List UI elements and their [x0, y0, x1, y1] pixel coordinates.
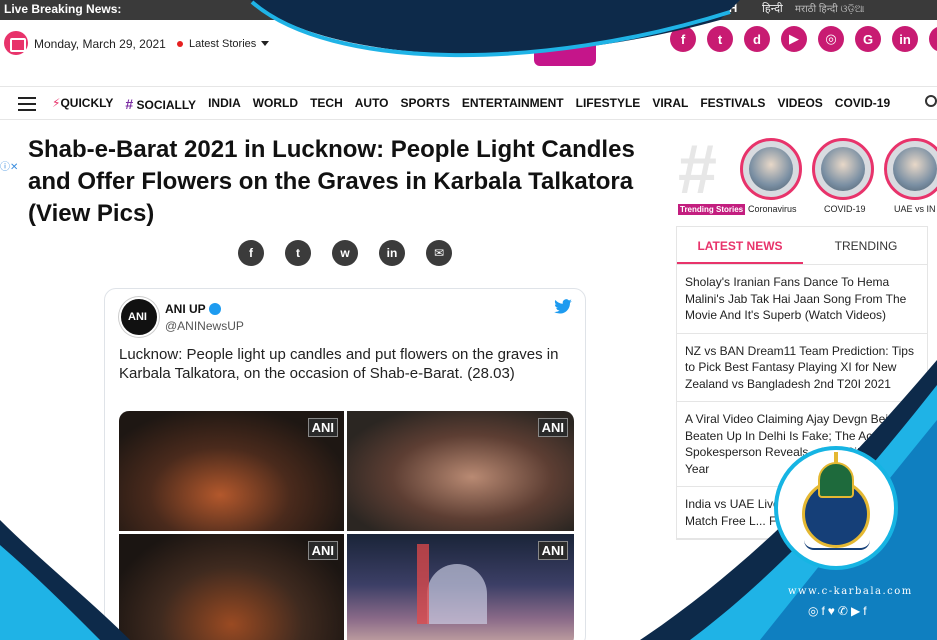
news-tabs: LATEST NEWS TRENDING: [676, 226, 929, 265]
twitter-bird-icon[interactable]: [553, 299, 573, 315]
facebook-icon[interactable]: f: [670, 26, 696, 52]
linkedin-icon[interactable]: in: [892, 26, 918, 52]
google-news-icon[interactable]: G: [855, 26, 881, 52]
tweet-photo[interactable]: ANI: [347, 534, 574, 640]
nav-item-videos[interactable]: VIDEOS: [777, 96, 822, 112]
avatar[interactable]: [119, 297, 159, 337]
latest-stories-dropdown[interactable]: Latest Stories: [189, 38, 256, 50]
nav-item-india[interactable]: INDIA: [208, 96, 241, 112]
live-dot-icon: [177, 41, 183, 47]
logo-script: [804, 540, 870, 550]
tweet-photo-grid: ANI ANI ANI ANI: [119, 411, 574, 640]
nav-item-world[interactable]: WORLD: [253, 96, 298, 112]
tweet-text: Lucknow: People light up candles and put…: [119, 346, 559, 382]
story-thumb[interactable]: [884, 138, 937, 200]
share-bar: f t w in ✉: [238, 240, 452, 266]
language-other[interactable]: मराठी हिन्दी ଓଡ଼ିଆ: [795, 1, 865, 15]
nav-item-socially[interactable]: # SOCIALLY: [125, 96, 196, 112]
nav-item-festivals[interactable]: FESTIVALS: [700, 96, 765, 112]
nav-item-quickly[interactable]: ⚡QUICKLY: [52, 96, 113, 112]
ani-watermark: ANI: [537, 541, 568, 560]
twitter-icon[interactable]: t: [707, 26, 733, 52]
share-linkedin-icon[interactable]: in: [379, 240, 405, 266]
dailyhunt-icon[interactable]: d: [744, 26, 770, 52]
share-email-icon[interactable]: ✉: [426, 240, 452, 266]
trending-stories: # Trending Stories Coronavirus COVID-19 …: [676, 132, 937, 216]
current-date: Monday, March 29, 2021: [34, 37, 166, 51]
list-item[interactable]: Sholay's Iranian Fans Dance To Hema Mali…: [677, 265, 927, 334]
breaking-news-bar: Live Breaking News: LISH हिन्दी मराठी हि…: [0, 0, 937, 20]
main-nav: ⚡QUICKLY # SOCIALLY INDIA WORLD TECH AUT…: [0, 86, 937, 120]
ani-watermark: ANI: [307, 418, 338, 437]
chevron-down-icon[interactable]: [261, 41, 269, 46]
share-whatsapp-icon[interactable]: w: [332, 240, 358, 266]
tweet-photo[interactable]: ANI: [347, 411, 574, 531]
ani-watermark: ANI: [307, 541, 338, 560]
language-hindi[interactable]: हिन्दी: [762, 1, 783, 16]
language-english[interactable]: LISH: [710, 1, 737, 15]
nav-item-auto[interactable]: AUTO: [355, 96, 389, 112]
story-caption[interactable]: COVID-19: [824, 204, 866, 214]
hamburger-menu-icon[interactable]: [18, 97, 36, 111]
ani-watermark: ANI: [537, 418, 568, 437]
trending-stories-label: Trending Stories: [678, 204, 746, 215]
story-thumb[interactable]: [740, 138, 802, 200]
search-icon[interactable]: [925, 95, 937, 107]
story-thumb[interactable]: [812, 138, 874, 200]
nav-item-covid[interactable]: COVID-19: [835, 96, 890, 112]
instagram-icon[interactable]: ◎: [818, 26, 844, 52]
hash-icon: #: [125, 96, 134, 112]
nav-item-lifestyle[interactable]: LIFESTYLE: [576, 96, 641, 112]
hash-icon: #: [678, 130, 717, 208]
breaking-news-label: Live Breaking News:: [4, 2, 122, 16]
share-twitter-icon[interactable]: t: [285, 240, 311, 266]
site-url[interactable]: www.c-karbala.com: [788, 586, 913, 597]
story-caption[interactable]: UAE vs IN: [894, 204, 936, 214]
article-headline: Shab-e-Barat 2021 in Lucknow: People Lig…: [28, 136, 635, 227]
tweet-photo[interactable]: ANI: [119, 534, 344, 640]
calendar-icon: [4, 31, 28, 55]
tab-latest-news[interactable]: LATEST NEWS: [677, 227, 803, 265]
verified-badge-icon: [209, 303, 221, 315]
more-icon[interactable]: ≡: [929, 26, 937, 52]
youtube-icon[interactable]: ▶: [781, 26, 807, 52]
adchoices-icon[interactable]: ⓘ✕: [0, 158, 18, 173]
nav-item-entertainment[interactable]: ENTERTAINMENT: [462, 96, 564, 112]
share-facebook-icon[interactable]: f: [238, 240, 264, 266]
nav-item-tech[interactable]: TECH: [310, 96, 343, 112]
karbala-logo: [774, 446, 898, 570]
story-caption[interactable]: Coronavirus: [748, 204, 797, 214]
nav-item-viral[interactable]: VIRAL: [652, 96, 688, 112]
site-logo[interactable]: [534, 42, 596, 66]
tweet-author-handle[interactable]: @ANINewsUP: [165, 319, 244, 333]
logo-dome: [818, 462, 854, 498]
embedded-tweet[interactable]: ANI UP @ANINewsUP Lucknow: People light …: [104, 288, 586, 640]
tweet-photo[interactable]: ANI: [119, 411, 344, 531]
nav-item-sports[interactable]: SPORTS: [401, 96, 450, 112]
social-links: f t d ▶ ◎ G in ≡: [670, 26, 937, 54]
tweet-author-name[interactable]: ANI UP: [165, 302, 206, 316]
list-item[interactable]: NZ vs BAN Dream11 Team Prediction: Tips …: [677, 334, 927, 402]
overlay-social-icons: ◎f♥✆▶f: [808, 604, 870, 618]
tab-trending[interactable]: TRENDING: [803, 227, 929, 265]
